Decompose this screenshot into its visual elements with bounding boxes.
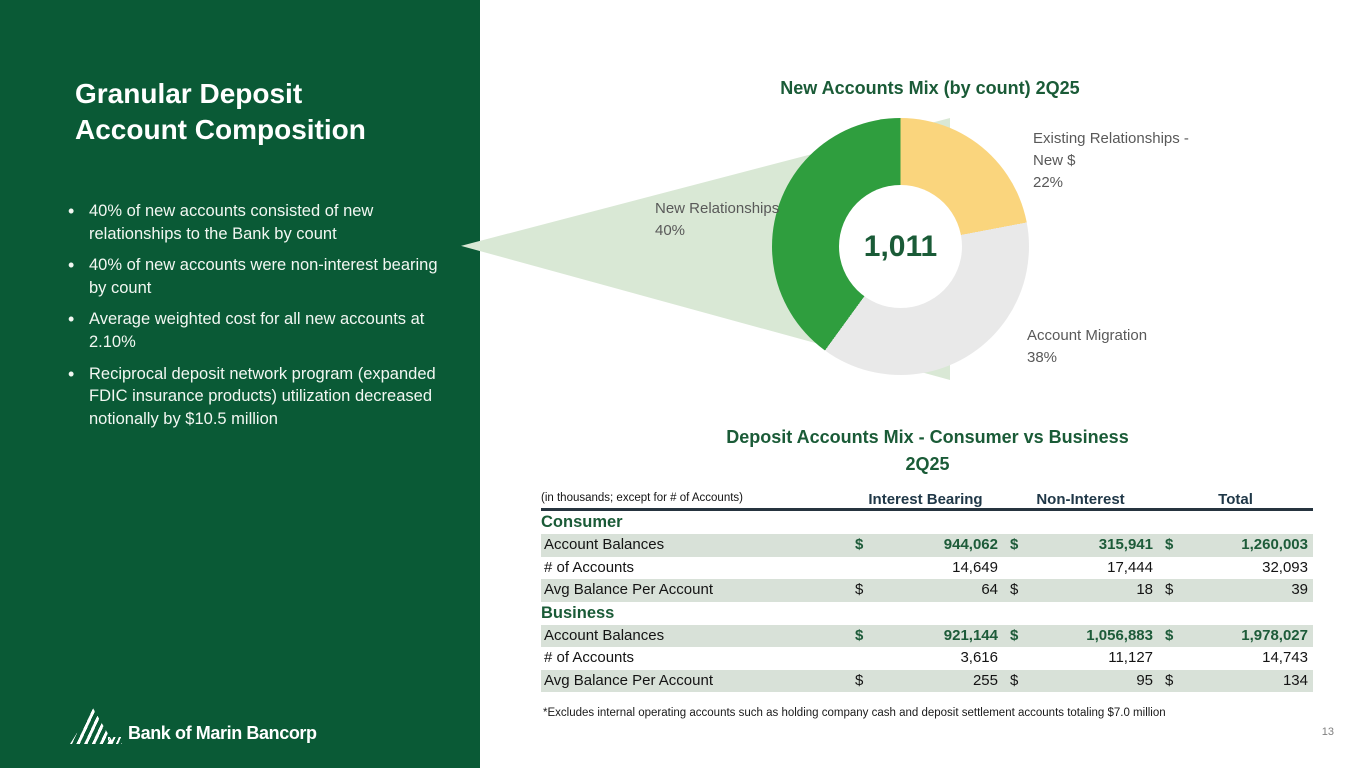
row-label: Account Balances <box>541 625 848 648</box>
currency-symbol: $ <box>855 579 863 602</box>
cell-non-interest: 17,444 <box>1003 557 1158 580</box>
logo-text: Bank of Marin Bancorp <box>128 724 317 748</box>
donut-chart-title: New Accounts Mix (by count) 2Q25 <box>580 78 1280 99</box>
table-row-business-num-accounts: # of Accounts 3,616 11,127 14,743 <box>541 647 1313 670</box>
currency-symbol: $ <box>1165 534 1173 557</box>
table-units-note: (in thousands; except for # of Accounts) <box>541 488 848 510</box>
cell-interest-bearing: 3,616 <box>848 647 1003 670</box>
section-row-business: Business <box>541 602 1313 625</box>
cell-total: $134 <box>1158 670 1313 693</box>
cell-total: 14,743 <box>1158 647 1313 670</box>
currency-symbol: $ <box>1010 670 1018 693</box>
section-row-consumer: Consumer <box>541 511 1313 534</box>
sidebar-panel: Granular Deposit Account Composition 40%… <box>0 0 480 768</box>
cell-non-interest: $1,056,883 <box>1003 625 1158 648</box>
slide-title: Granular Deposit Account Composition <box>75 76 435 147</box>
cell-interest-bearing: 14,649 <box>848 557 1003 580</box>
table-title: Deposit Accounts Mix - Consumer vs Busin… <box>540 424 1315 478</box>
cell-interest-bearing: $255 <box>848 670 1003 693</box>
cell-non-interest: $315,941 <box>1003 534 1158 557</box>
cell-total: $39 <box>1158 579 1313 602</box>
bullet-item: Average weighted cost for all new accoun… <box>66 308 441 353</box>
currency-symbol: $ <box>1010 534 1018 557</box>
table-row-consumer-num-accounts: # of Accounts 14,649 17,444 32,093 <box>541 557 1313 580</box>
currency-symbol: $ <box>1165 579 1173 602</box>
row-label: # of Accounts <box>541 647 848 670</box>
cell-total: $1,260,003 <box>1158 534 1313 557</box>
row-label: # of Accounts <box>541 557 848 580</box>
currency-symbol: $ <box>855 670 863 693</box>
currency-symbol: $ <box>855 534 863 557</box>
donut-total-value: 1,011 <box>864 230 937 264</box>
bullet-item: 40% of new accounts were non-interest be… <box>66 254 441 299</box>
cell-total: $1,978,027 <box>1158 625 1313 648</box>
table-footnote: *Excludes internal operating accounts su… <box>543 707 1166 719</box>
slice-label-existing-relationships: Existing Relationships - New $ 22% <box>1033 128 1243 193</box>
table-row-business-account-balances: Account Balances $921,144 $1,056,883 $1,… <box>541 625 1313 648</box>
currency-symbol: $ <box>855 625 863 648</box>
currency-symbol: $ <box>1165 670 1173 693</box>
cell-interest-bearing: $64 <box>848 579 1003 602</box>
section-name: Consumer <box>541 511 1313 534</box>
mountain-hatch <box>108 737 122 744</box>
slice-label-account-migration: Account Migration 38% <box>1027 325 1237 369</box>
deposit-table: (in thousands; except for # of Accounts)… <box>541 488 1313 692</box>
presentation-slide: Granular Deposit Account Composition 40%… <box>0 0 1365 768</box>
donut-center: 1,011 <box>839 185 962 308</box>
column-header-interest-bearing: Interest Bearing <box>848 490 1003 510</box>
bullet-item: 40% of new accounts consisted of new rel… <box>66 200 441 245</box>
bullet-item: Reciprocal deposit network program (expa… <box>66 363 441 431</box>
row-label: Account Balances <box>541 534 848 557</box>
cell-interest-bearing: $921,144 <box>848 625 1003 648</box>
row-label: Avg Balance Per Account <box>541 579 848 602</box>
section-name: Business <box>541 602 1313 625</box>
slice-label-new-relationships: New Relationships 40% <box>655 198 805 242</box>
currency-symbol: $ <box>1010 579 1018 602</box>
bullet-list: 40% of new accounts consisted of new rel… <box>66 200 441 439</box>
table-row-consumer-account-balances: Account Balances $944,062 $315,941 $1,26… <box>541 534 1313 557</box>
currency-symbol: $ <box>1165 625 1173 648</box>
table-title-line1: Deposit Accounts Mix - Consumer vs Busin… <box>540 424 1315 451</box>
table-row-business-avg-balance: Avg Balance Per Account $255 $95 $134 <box>541 670 1313 693</box>
company-logo: Bank of Marin Bancorp <box>68 708 317 748</box>
cell-non-interest: $95 <box>1003 670 1158 693</box>
currency-symbol: $ <box>1010 625 1018 648</box>
cell-non-interest: 11,127 <box>1003 647 1158 670</box>
page-number: 13 <box>1300 726 1334 738</box>
row-label: Avg Balance Per Account <box>541 670 848 693</box>
column-header-non-interest: Non-Interest <box>1003 490 1158 510</box>
cell-interest-bearing: $944,062 <box>848 534 1003 557</box>
table-row-consumer-avg-balance: Avg Balance Per Account $64 $18 $39 <box>541 579 1313 602</box>
column-header-total: Total <box>1158 490 1313 510</box>
cell-total: 32,093 <box>1158 557 1313 580</box>
table-header-row: (in thousands; except for # of Accounts)… <box>541 488 1313 511</box>
table-title-line2: 2Q25 <box>540 451 1315 478</box>
cell-non-interest: $18 <box>1003 579 1158 602</box>
mountain-logo-icon <box>68 708 120 748</box>
